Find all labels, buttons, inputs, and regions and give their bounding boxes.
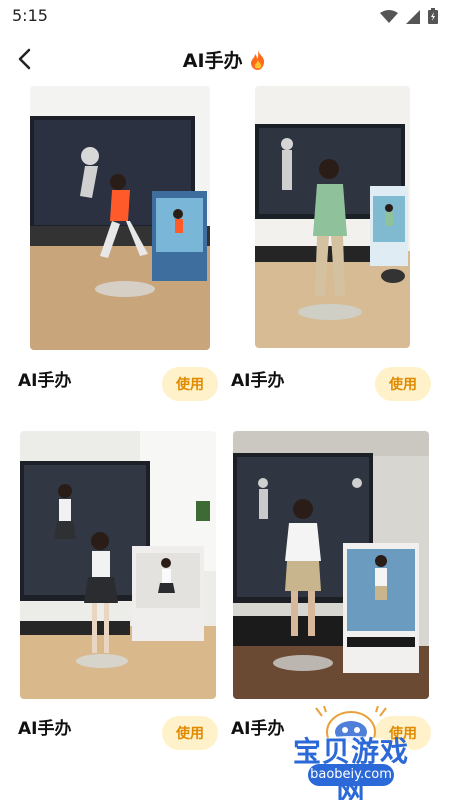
- card-1-image[interactable]: [30, 86, 210, 350]
- card-3-use-button[interactable]: 使用: [162, 716, 218, 750]
- card-1[interactable]: AI手办 使用: [18, 86, 225, 406]
- card-4-image[interactable]: [233, 431, 429, 699]
- watermark-logo: 宝贝游戏网 baobeiy.com: [276, 705, 426, 800]
- card-1-use-button[interactable]: 使用: [162, 367, 218, 401]
- card-3-image[interactable]: [20, 431, 216, 699]
- card-3[interactable]: AI手办 使用: [18, 431, 218, 751]
- card-2-image[interactable]: [255, 86, 410, 348]
- page-title-row: AI手办: [0, 46, 450, 73]
- card-3-label: AI手办: [18, 719, 72, 739]
- page-title: AI手办: [182, 50, 243, 72]
- signal-icon: [406, 9, 420, 28]
- card-4[interactable]: AI手办 使用: [231, 431, 431, 751]
- watermark-url: baobeiy.com: [308, 764, 394, 786]
- fire-icon: [249, 48, 267, 70]
- status-time: 5:15: [12, 6, 48, 25]
- card-2-use-button[interactable]: 使用: [375, 367, 431, 401]
- status-icons: [380, 8, 438, 28]
- status-bar: 5:15: [0, 0, 450, 32]
- card-1-label: AI手办: [18, 371, 72, 391]
- header: AI手办: [0, 40, 450, 80]
- wifi-icon: [380, 9, 398, 28]
- card-2-label: AI手办: [231, 371, 285, 391]
- card-2[interactable]: AI手办 使用: [231, 86, 450, 406]
- battery-icon: [428, 8, 438, 28]
